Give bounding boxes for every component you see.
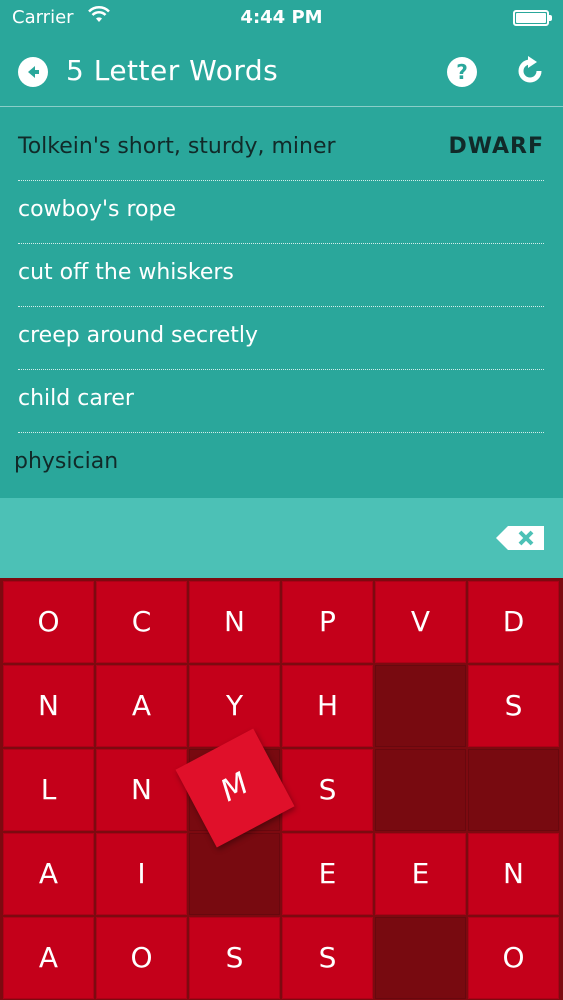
letter-tile[interactable]: S xyxy=(282,749,373,831)
letter-tile[interactable]: P xyxy=(282,581,373,663)
letter-tile[interactable]: S xyxy=(189,917,280,999)
empty-slot xyxy=(189,833,280,915)
clue-row[interactable]: cut off the whiskers xyxy=(18,244,544,307)
letter-tile[interactable]: Y xyxy=(189,665,280,747)
letter-tile[interactable]: N xyxy=(3,665,94,747)
letter-tile[interactable]: E xyxy=(282,833,373,915)
clue-answer: DWARF xyxy=(448,134,544,159)
clock: 4:44 PM xyxy=(240,7,323,28)
clue-row[interactable]: child carer xyxy=(18,370,544,433)
empty-slot xyxy=(375,665,466,747)
letter-tile[interactable]: D xyxy=(468,581,559,663)
letter-tile[interactable]: E xyxy=(375,833,466,915)
answer-input-strip[interactable] xyxy=(0,498,563,578)
empty-slot xyxy=(375,917,466,999)
refresh-icon xyxy=(518,56,542,83)
clue-row[interactable]: Tolkein's short, sturdy, miner DWARF xyxy=(18,118,544,181)
letter-tile[interactable]: N xyxy=(96,749,187,831)
back-button[interactable] xyxy=(18,57,48,87)
letter-tile[interactable]: V xyxy=(375,581,466,663)
letter-tile[interactable]: C xyxy=(96,581,187,663)
letter-tile[interactable]: A xyxy=(3,917,94,999)
clue-text: child carer xyxy=(18,386,134,411)
nav-bar: 5 Letter Words ? xyxy=(0,36,563,107)
letter-tile[interactable]: O xyxy=(3,581,94,663)
letter-tile[interactable]: S xyxy=(282,917,373,999)
back-arrow-icon xyxy=(28,66,39,78)
clue-text: Tolkein's short, sturdy, miner xyxy=(18,134,336,159)
clue-row[interactable]: cowboy's rope xyxy=(18,181,544,244)
empty-slot xyxy=(375,749,466,831)
clue-text: cowboy's rope xyxy=(18,197,177,222)
clue-row[interactable]: physician xyxy=(14,433,544,495)
letter-tile[interactable]: L xyxy=(3,749,94,831)
help-button[interactable]: ? xyxy=(447,57,477,87)
clue-text: physician xyxy=(14,449,119,474)
letter-tile[interactable]: S xyxy=(468,665,559,747)
page-title: 5 Letter Words xyxy=(66,54,279,87)
letter-tile[interactable]: H xyxy=(282,665,373,747)
letter-tile[interactable]: A xyxy=(96,665,187,747)
delete-button[interactable] xyxy=(496,526,546,554)
status-bar: Carrier 4:44 PM xyxy=(0,0,563,36)
clue-text: creep around secretly xyxy=(18,323,258,348)
letter-tile[interactable]: N xyxy=(189,581,280,663)
clue-text: cut off the whiskers xyxy=(18,260,234,285)
letter-board: O C N P V D N A Y H S L N S A I E E N A … xyxy=(0,578,563,1000)
refresh-button[interactable] xyxy=(513,54,547,92)
clue-row[interactable]: creep around secretly xyxy=(18,307,544,370)
battery-icon xyxy=(513,10,552,26)
letter-tile[interactable]: O xyxy=(468,917,559,999)
empty-slot xyxy=(468,749,559,831)
letter-tile[interactable]: A xyxy=(3,833,94,915)
letter-tile[interactable]: I xyxy=(96,833,187,915)
letter-tile[interactable]: O xyxy=(96,917,187,999)
backspace-icon xyxy=(496,526,544,550)
letter-tile[interactable]: N xyxy=(468,833,559,915)
